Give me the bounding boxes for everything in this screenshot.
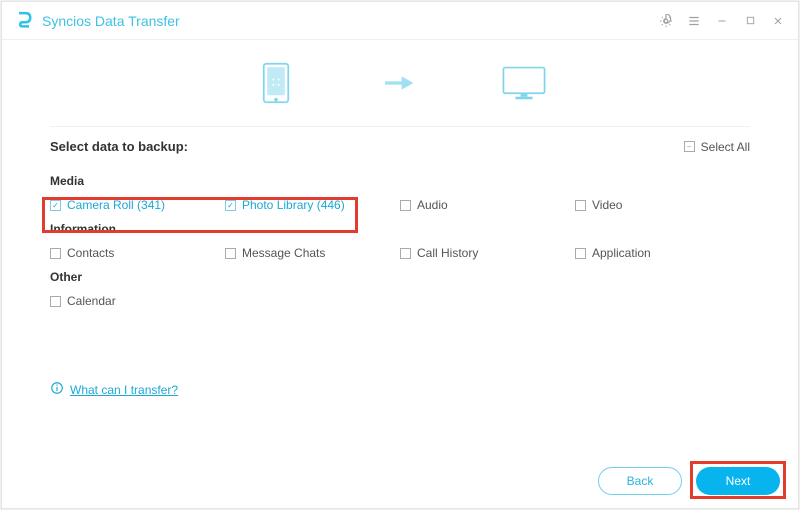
item-audio[interactable]: Audio: [400, 198, 575, 212]
content-area: Select data to backup: − Select All Medi…: [2, 139, 798, 454]
menu-icon[interactable]: [686, 13, 702, 29]
category-information: Information: [50, 222, 750, 236]
item-photo-library[interactable]: ✓ Photo Library (446): [225, 198, 400, 212]
footer: Back Next: [2, 454, 798, 508]
item-contacts[interactable]: Contacts: [50, 246, 225, 260]
app-title: Syncios Data Transfer: [42, 13, 180, 29]
item-label: Photo Library (446): [242, 198, 345, 212]
app-window: Syncios Data Transfer Select d: [1, 1, 799, 509]
minimize-icon[interactable]: [714, 13, 730, 29]
category-media: Media: [50, 174, 750, 188]
media-row: ✓Camera Roll (341) ✓Photo Library (446) …: [50, 198, 750, 212]
item-calendar[interactable]: Calendar: [50, 294, 225, 308]
back-button[interactable]: Back: [598, 467, 682, 495]
checkbox-icon: [225, 248, 236, 259]
item-video[interactable]: Video: [575, 198, 750, 212]
divider: [50, 126, 750, 127]
checkbox-icon: [50, 248, 61, 259]
select-all-label: Select All: [701, 140, 750, 154]
app-logo-icon: [14, 11, 34, 31]
information-row: Contacts Message Chats Call History Appl…: [50, 246, 750, 260]
settings-icon[interactable]: [658, 13, 674, 29]
item-label: Calendar: [67, 294, 116, 308]
item-label: Message Chats: [242, 246, 325, 260]
section-heading: Select data to backup: − Select All: [50, 139, 750, 154]
item-label: Video: [592, 198, 622, 212]
other-row: Calendar: [50, 294, 750, 308]
titlebar: Syncios Data Transfer: [2, 2, 798, 40]
checkbox-icon: [400, 200, 411, 211]
item-label: Audio: [417, 198, 448, 212]
checkbox-icon: ✓: [50, 200, 61, 211]
item-label: Call History: [417, 246, 478, 260]
item-application[interactable]: Application: [575, 246, 750, 260]
item-call-history[interactable]: Call History: [400, 246, 575, 260]
monitor-icon: [500, 59, 548, 107]
phone-icon: [252, 59, 300, 107]
checkbox-icon: [575, 248, 586, 259]
help-link-label: What can I transfer?: [70, 383, 178, 397]
help-link[interactable]: What can I transfer?: [50, 381, 178, 398]
next-button[interactable]: Next: [696, 467, 780, 495]
select-all-checkbox[interactable]: − Select All: [684, 140, 750, 154]
info-icon: [50, 381, 64, 398]
item-label: Application: [592, 246, 651, 260]
checkbox-icon: [575, 200, 586, 211]
maximize-icon[interactable]: [742, 13, 758, 29]
checkbox-icon: −: [684, 141, 695, 152]
heading-text: Select data to backup:: [50, 139, 188, 154]
item-label: Camera Roll (341): [67, 198, 165, 212]
item-message-chats[interactable]: Message Chats: [225, 246, 400, 260]
category-other: Other: [50, 270, 750, 284]
item-camera-roll[interactable]: ✓ Camera Roll (341): [50, 198, 225, 212]
checkbox-icon: ✓: [225, 200, 236, 211]
checkbox-icon: [400, 248, 411, 259]
arrow-right-icon: [380, 71, 420, 95]
transfer-stage: [2, 40, 798, 126]
checkbox-icon: [50, 296, 61, 307]
close-icon[interactable]: [770, 13, 786, 29]
item-label: Contacts: [67, 246, 114, 260]
